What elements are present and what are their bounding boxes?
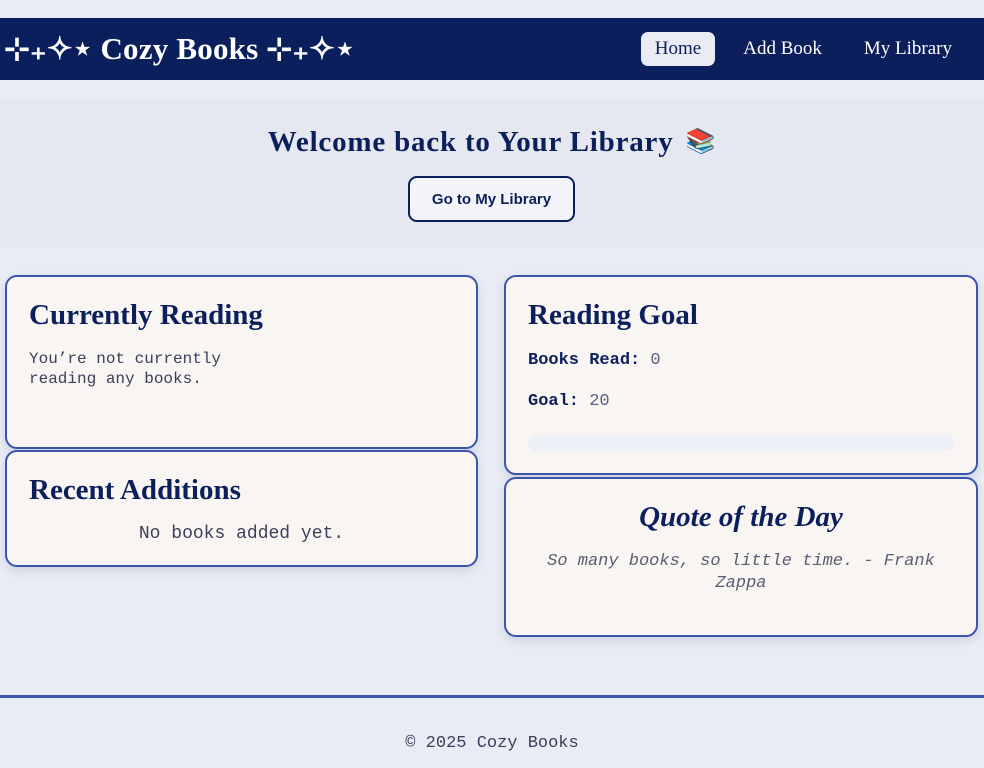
nav-add-book-link[interactable]: Add Book [729,32,836,66]
goal-label: Goal: [528,392,580,411]
brand-logo[interactable]: ⊹₊✧⋆ Cozy Books ⊹₊✧⋆ [4,31,355,67]
books-read-value: 0 [650,351,661,370]
currently-reading-title: Currently Reading [29,299,263,331]
books-icon: 📚 [685,129,717,155]
hero-title: Welcome back to Your Library 📚 [0,126,984,159]
books-read-stat: Books Read: 0 [528,351,661,370]
top-strip [0,0,984,18]
quote-text: So many books, so little time. - Frank Z… [547,552,935,593]
recent-additions-title: Recent Additions [29,474,241,506]
nav-home-link[interactable]: Home [640,32,716,66]
go-to-library-button[interactable]: Go to My Library [408,176,575,222]
navbar: ⊹₊✧⋆ Cozy Books ⊹₊✧⋆ Home Add Book My Li… [0,18,984,80]
footer: © 2025 Cozy Books [0,698,984,768]
quote-card: Quote of the Day So many books, so littl… [504,477,978,637]
hero-title-text: Welcome back to Your Library [267,126,674,158]
books-read-label: Books Read: [528,351,641,370]
currently-reading-message: You’re not currently reading any books. [29,350,222,388]
goal-value: 20 [589,392,610,411]
hero-section: Welcome back to Your Library 📚 Go to My … [0,98,984,248]
reading-goal-title: Reading Goal [528,299,698,331]
recent-additions-card: Recent Additions No books added yet. [5,450,478,567]
nav-links: Home Add Book My Library [640,32,966,66]
quote-title: Quote of the Day [639,501,843,533]
recent-additions-message: No books added yet. [138,524,345,544]
goal-stat: Goal: 20 [528,392,610,411]
nav-my-library-link[interactable]: My Library [850,32,966,66]
footer-copyright: © 2025 Cozy Books [405,734,579,753]
reading-progress-bar [528,435,954,451]
reading-goal-card: Reading Goal Books Read: 0 Goal: 20 [504,275,978,475]
currently-reading-card: Currently Reading You’re not currently r… [5,275,478,449]
